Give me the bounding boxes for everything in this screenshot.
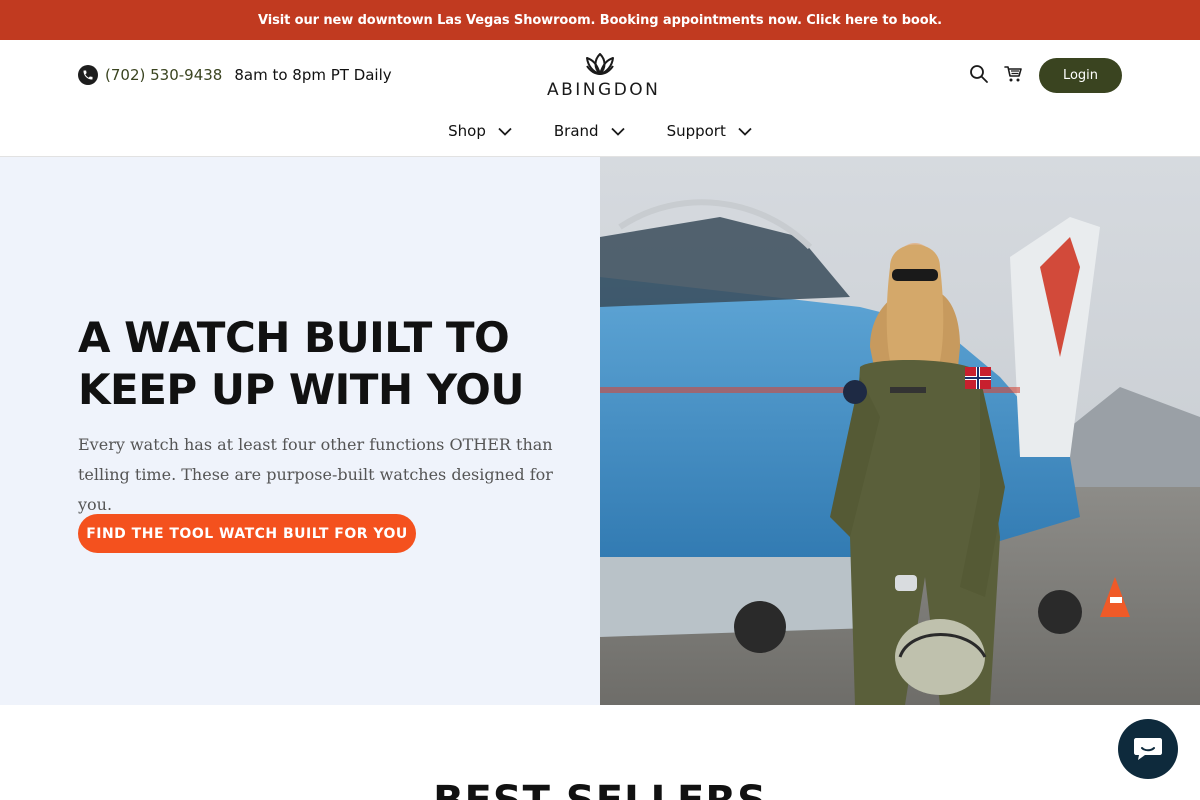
chat-button[interactable] [1118,719,1178,779]
main-nav: Shop Brand Support [0,122,1200,140]
nav-item-label: Support [666,122,726,140]
cart-button[interactable] [1003,64,1023,84]
phone-icon [78,65,98,85]
cart-icon [1004,66,1022,82]
nav-item-label: Shop [448,122,486,140]
announcement-bar[interactable]: Visit our new downtown Las Vegas Showroo… [0,0,1200,40]
nav-item-shop[interactable]: Shop [448,122,512,140]
hero-description: Every watch has at least four other func… [78,435,553,514]
hero-cta-button[interactable]: FIND THE TOOL WATCH BUILT FOR YOU [78,514,416,553]
search-button[interactable] [969,64,989,84]
pilot-jet-photo [600,157,1200,705]
phone-contact[interactable]: (702) 530-9438 8am to 8pm PT Daily [78,65,392,85]
login-button[interactable]: Login [1039,58,1122,93]
hero-content: A WATCH BUILT TO KEEP UP WITH YOU Every … [0,157,600,705]
business-hours: 8am to 8pm PT Daily [234,66,392,84]
nav-item-label: Brand [553,122,599,140]
brand-logo[interactable]: ABINGDON [547,50,661,102]
chevron-down-icon [498,127,512,136]
chat-icon [1134,738,1162,760]
nav-item-support[interactable]: Support [667,122,752,140]
hero-title: A WATCH BUILT TO KEEP UP WITH YOU [78,313,524,414]
search-icon [970,65,988,83]
phone-number[interactable]: (702) 530-9438 [105,66,222,84]
nav-item-brand[interactable]: Brand [554,122,625,140]
hero-image [600,157,1200,705]
best-sellers-title: BEST SELLERS [0,778,1200,800]
site-header: (702) 530-9438 8am to 8pm PT Daily ABING… [0,40,1200,157]
hero-cta-label: FIND THE TOOL WATCH BUILT FOR YOU [86,525,408,542]
logo-mark-icon [586,53,614,75]
chevron-down-icon [738,127,752,136]
announcement-text[interactable]: Visit our new downtown Las Vegas Showroo… [258,13,942,28]
chevron-down-icon [610,127,625,136]
logo-wordmark: ABINGDON [547,80,661,100]
login-label: Login [1062,68,1099,83]
